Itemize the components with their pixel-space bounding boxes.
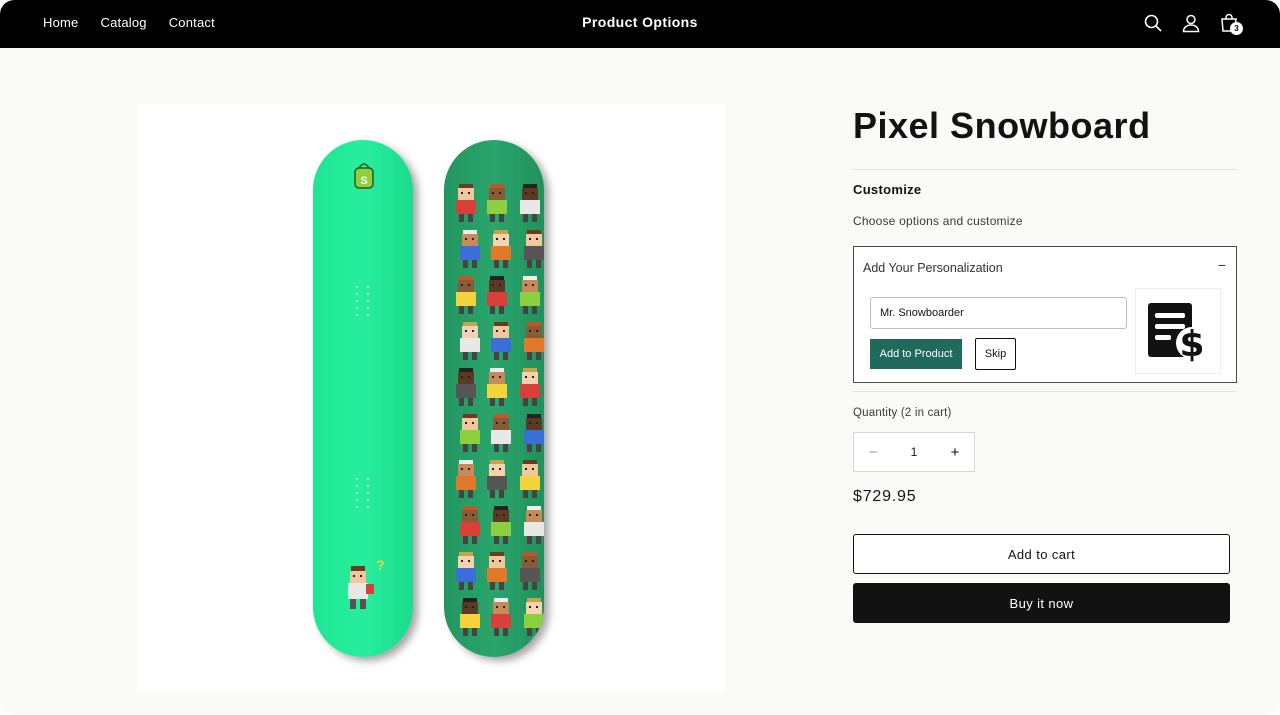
personalization-title[interactable]: Add Your Personalization (863, 261, 1003, 275)
page: Home Catalog Contact Product Options 3 S… (0, 0, 1280, 715)
add-to-product-button[interactable]: Add to Product (870, 339, 962, 369)
account-icon[interactable] (1179, 11, 1203, 35)
product-info: Pixel Snowboard (853, 104, 1237, 148)
add-to-cart-button[interactable]: Add to cart (853, 534, 1230, 574)
product-price: $729.95 (853, 488, 917, 505)
price-document-icon: $ (1148, 303, 1208, 365)
product-title: Pixel Snowboard (853, 105, 1151, 146)
main-nav: Home Catalog Contact (43, 15, 237, 30)
quantity-input[interactable]: 1 (892, 445, 936, 459)
svg-text:$: $ (1179, 324, 1204, 365)
customize-title: Customize (853, 182, 922, 197)
svg-text:S: S (360, 175, 367, 187)
nav-contact[interactable]: Contact (169, 15, 215, 30)
personalization-thumbnail: $ (1135, 288, 1221, 374)
nav-catalog[interactable]: Catalog (100, 15, 146, 30)
shop-bag-logo: S (354, 163, 374, 189)
cart-icon[interactable]: 3 (1217, 11, 1243, 35)
svg-text:?: ? (376, 557, 385, 573)
customize-subtitle: Choose options and customize (853, 214, 1023, 228)
buy-it-now-button[interactable]: Buy it now (853, 583, 1230, 623)
personalization-panel: Add Your Personalization − Add to Produc… (853, 246, 1237, 383)
site-header: Home Catalog Contact Product Options 3 (0, 0, 1280, 48)
snowboard-illustration: S ? (313, 140, 544, 657)
cart-count-badge: 3 (1230, 22, 1243, 35)
quantity-decrease-button[interactable]: − (854, 433, 892, 471)
quantity-stepper: − 1 + (853, 432, 975, 472)
search-icon[interactable] (1141, 11, 1165, 35)
nav-home[interactable]: Home (43, 15, 78, 30)
personalization-input[interactable] (870, 297, 1127, 329)
quantity-label: Quantity (2 in cart) (853, 407, 952, 419)
divider (853, 169, 1237, 170)
collapse-icon[interactable]: − (1218, 257, 1226, 273)
divider (853, 391, 1237, 392)
product-image[interactable]: S ? (138, 104, 725, 691)
skip-button[interactable]: Skip (975, 338, 1016, 370)
quantity-increase-button[interactable]: + (936, 433, 974, 471)
store-name[interactable]: Product Options (582, 14, 698, 30)
